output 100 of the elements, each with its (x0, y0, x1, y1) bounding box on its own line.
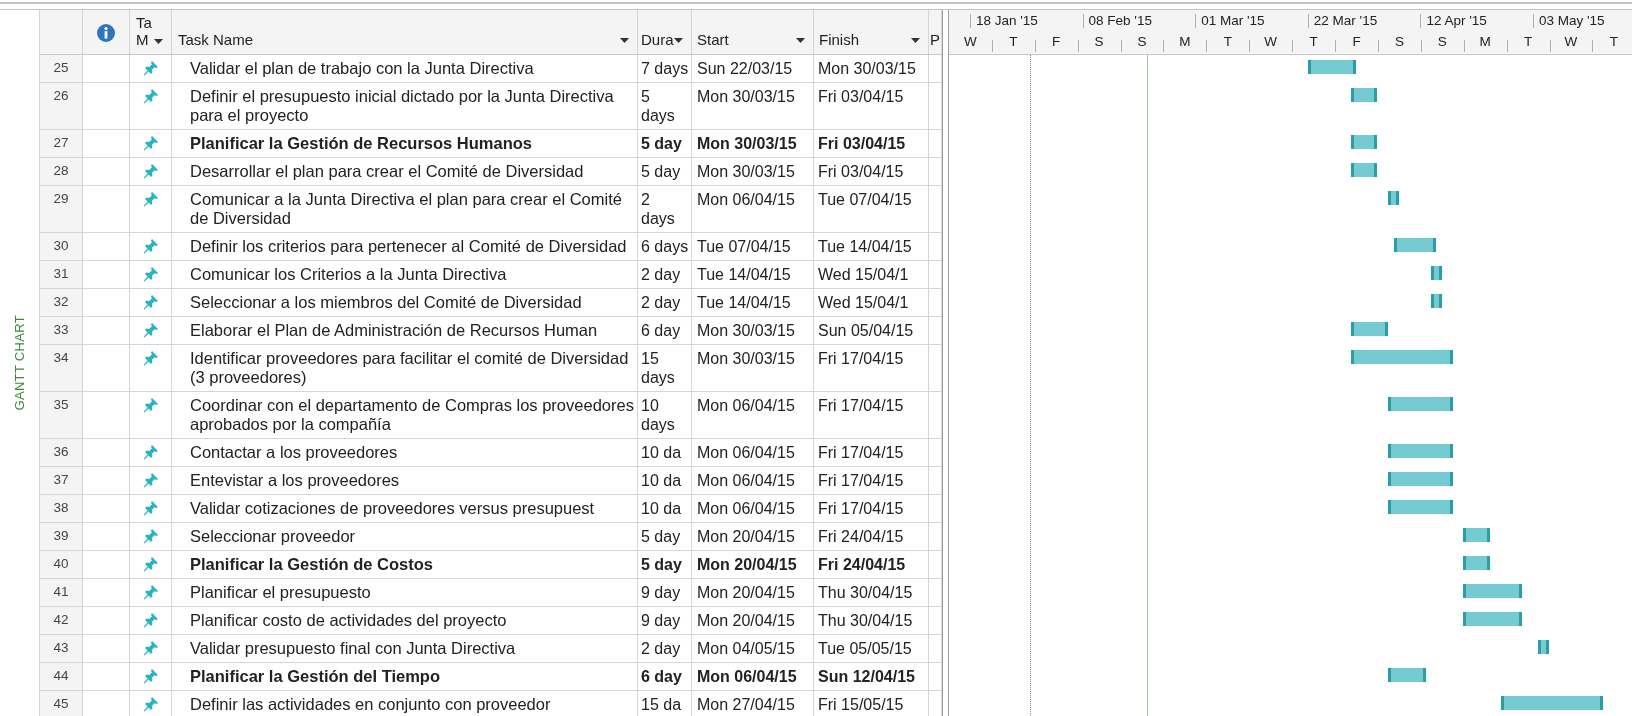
task-bar (1350, 88, 1378, 102)
task-bar (1463, 584, 1523, 598)
pushpin-icon (142, 696, 159, 712)
start-date-cell-text: Mon 30/03/15 (697, 321, 796, 340)
column-header[interactable]: Finish (819, 31, 859, 48)
dropdown-arrow-icon[interactable] (153, 39, 163, 44)
start-date-cell-text: Mon 06/04/15 (697, 190, 796, 209)
timescale-label: M (1478, 34, 1492, 50)
task-bar (1388, 668, 1426, 682)
row-number[interactable]: 39 (40, 523, 83, 550)
row-number[interactable]: 45 (40, 691, 83, 716)
timescale-label: 18 Jan '15 (976, 13, 1038, 29)
row-number[interactable]: 44 (40, 663, 83, 690)
task-name-cell-text: Comunicar los Criterios a la Junta Directiva (190, 265, 508, 284)
start-date-cell-text: Mon 06/04/15 (697, 471, 796, 490)
info-icon (97, 24, 115, 42)
duration-cell-text: 2 day (641, 293, 682, 312)
row-number[interactable]: 37 (40, 467, 83, 494)
start-date-cell-text: Tue 14/04/15 (697, 293, 792, 312)
duration-cell: 15 days (641, 349, 675, 387)
column-header[interactable]: Task Name (178, 31, 254, 48)
duration-cell-text: 9 day (641, 583, 682, 602)
view-label: GANTT CHART (10, 315, 28, 411)
duration-cell-text: 2 day (641, 639, 682, 658)
row-number[interactable]: 25 (40, 55, 83, 82)
row-number[interactable]: 40 (40, 551, 83, 578)
row-number[interactable]: 30 (40, 233, 83, 260)
start-date-cell-text: Mon 06/04/15 (697, 499, 796, 518)
pushpin-icon (142, 135, 159, 151)
column-header[interactable]: Ta (136, 14, 152, 31)
task-bar (1350, 322, 1389, 336)
pushpin-icon (142, 444, 159, 460)
duration-cell-text: 2 day (641, 265, 682, 284)
start-date-cell-text: Mon 06/04/15 (697, 443, 796, 462)
finish-date-cell-text: Thu 30/04/15 (818, 611, 914, 630)
row-number[interactable]: 27 (40, 130, 83, 157)
column-header[interactable]: M (136, 31, 152, 48)
finish-date-cell-text: Fri 17/04/15 (818, 396, 905, 415)
dropdown-arrow-icon[interactable] (620, 38, 629, 43)
task-bar (1388, 500, 1453, 514)
duration-cell-text: 5 day (641, 134, 683, 153)
row-number[interactable]: 33 (40, 317, 83, 344)
dropdown-arrow-icon[interactable] (911, 38, 920, 43)
task-bar (1538, 640, 1550, 654)
row-number[interactable]: 41 (40, 579, 83, 606)
row-number[interactable]: 38 (40, 495, 83, 522)
task-name-cell: Coordinar con el departamento de Compras los proveedores aprobados por la compañía (190, 396, 635, 434)
dropdown-arrow-icon[interactable] (796, 38, 805, 43)
timescale-label: S (1136, 34, 1148, 50)
row-number[interactable]: 43 (40, 635, 83, 662)
task-name-cell-text: Entevistar a los proveedores (190, 471, 401, 490)
finish-date-cell-text: Fri 15/05/15 (818, 695, 905, 714)
task-name-cell-text: Definir las actividades en conjunto con proveedor (190, 695, 552, 714)
finish-date-cell-text: Sun 12/04/15 (818, 667, 916, 686)
column-header[interactable]: P (930, 31, 940, 48)
row-number[interactable]: 35 (40, 392, 83, 438)
task-name-cell-text: Identificar proveedores para facilitar el comité de Diversidad (3 proveedores) (190, 349, 630, 387)
row-number[interactable]: 34 (40, 345, 83, 391)
column-header[interactable]: Start (697, 31, 729, 48)
row-number[interactable]: 32 (40, 289, 83, 316)
row-number[interactable]: 42 (40, 607, 83, 634)
pushpin-icon (142, 350, 159, 366)
row-number[interactable]: 29 (40, 186, 83, 232)
task-bar (1463, 528, 1491, 542)
pushpin-icon (142, 668, 159, 684)
task-bar (1431, 266, 1442, 280)
pushpin-icon (142, 322, 159, 338)
row-number[interactable]: 26 (40, 83, 83, 129)
pushpin-icon (142, 60, 159, 76)
task-name-cell-text: Validar el plan de trabajo con la Junta Directiva (190, 59, 535, 78)
finish-date-cell-text: Fri 03/04/15 (818, 87, 905, 106)
pushpin-icon (142, 640, 159, 656)
task-name-cell-text: Planificar la Gestión de Recursos Humanos (190, 134, 534, 153)
row-number[interactable]: 31 (40, 261, 83, 288)
task-bar (1463, 612, 1523, 626)
pushpin-icon (142, 556, 159, 572)
row-number[interactable]: 28 (40, 158, 83, 185)
start-date-cell-text: Mon 30/03/15 (697, 87, 796, 106)
duration-cell-text: 5 day (641, 555, 683, 574)
task-name-cell-text: Elaborar el Plan de Administración de Recursos Human (190, 321, 599, 340)
row-number[interactable]: 36 (40, 439, 83, 466)
task-name-cell-text: Definir los criterios para pertenecer al Comité de Diversidad (190, 237, 628, 256)
task-name-cell-text: Planificar la Gestión del Tiempo (190, 667, 441, 686)
pushpin-icon (142, 238, 159, 254)
dropdown-arrow-icon[interactable] (674, 38, 683, 43)
duration-cell: 2 days (641, 190, 675, 228)
finish-date-cell-text: Wed 15/04/1 (818, 293, 910, 312)
pushpin-icon (142, 472, 159, 488)
timescale-label: T (1222, 34, 1233, 50)
finish-date-cell-text: Sun 05/04/15 (818, 321, 915, 340)
column-header[interactable]: Dura (641, 31, 674, 48)
timescale-label: S (1393, 34, 1405, 50)
finish-date-cell-text: Wed 15/04/1 (818, 265, 910, 284)
start-date-cell-text: Mon 30/03/15 (697, 349, 796, 368)
duration-cell-text: 7 days (641, 59, 690, 78)
finish-date-cell-text: Fri 24/04/15 (818, 555, 907, 574)
finish-date-cell-text: Tue 14/04/15 (818, 237, 913, 256)
pushpin-icon (142, 584, 159, 600)
task-bar (1393, 238, 1437, 252)
pushpin-icon (142, 266, 159, 282)
